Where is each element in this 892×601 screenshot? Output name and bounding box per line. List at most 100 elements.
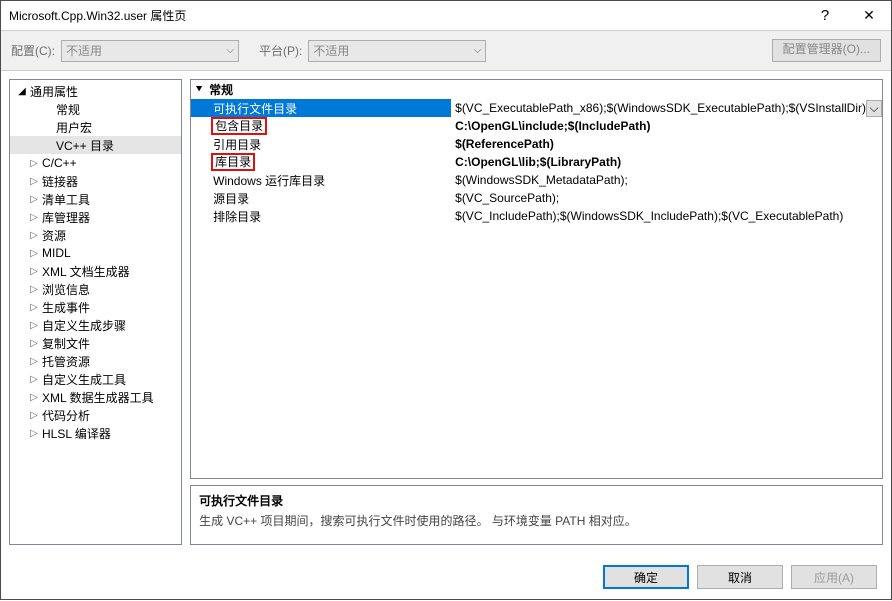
expand-icon: ▷ — [28, 266, 40, 277]
expand-icon: ▷ — [28, 284, 40, 295]
property-name: 可执行文件目录 — [191, 99, 451, 117]
tree-item[interactable]: ▷托管资源 — [10, 352, 181, 370]
category-label: 常规 — [209, 81, 233, 98]
chevron-down-icon: ⌵ — [474, 45, 482, 56]
window-title: Microsoft.Cpp.Win32.user 属性页 — [9, 7, 803, 24]
tree-item[interactable]: ▷XML 文档生成器 — [10, 262, 181, 280]
tree-item-label: 复制文件 — [40, 335, 92, 352]
property-row[interactable]: Windows 运行库目录 $(WindowsSDK_MetadataPath); — [191, 171, 882, 189]
tree-item-label: 清单工具 — [40, 191, 92, 208]
expand-icon: ▷ — [28, 248, 40, 259]
tree-item[interactable]: ▷浏览信息 — [10, 280, 181, 298]
property-name: 引用目录 — [191, 135, 451, 153]
expand-icon: ▷ — [28, 374, 40, 385]
property-row[interactable]: 引用目录 $(ReferencePath) — [191, 135, 882, 153]
help-button[interactable]: ? — [803, 1, 847, 31]
tree-item-label: 生成事件 — [40, 299, 92, 316]
property-value: $(WindowsSDK_MetadataPath); — [455, 173, 628, 187]
tree-item[interactable]: ▷XML 数据生成器工具 — [10, 388, 181, 406]
category-header[interactable]: ⯆ 常规 — [191, 80, 882, 99]
chevron-down-icon: ⌵ — [869, 101, 878, 116]
expand-icon: ▷ — [28, 212, 40, 223]
tree-root-label: 通用属性 — [28, 83, 80, 100]
tree-item-label: C/C++ — [40, 156, 79, 170]
tree-item[interactable]: ▷复制文件 — [10, 334, 181, 352]
property-grid: ⯆ 常规 可执行文件目录 $(VC_ExecutablePath_x86);$(W… — [190, 79, 883, 479]
description-panel: 可执行文件目录 生成 VC++ 项目期间，搜索可执行文件时使用的路径。 与环境变… — [190, 485, 883, 545]
tree-item[interactable]: VC++ 目录 — [10, 136, 181, 154]
expand-icon: ◢ — [16, 86, 28, 97]
property-value: $(VC_ExecutablePath_x86);$(WindowsSDK_Ex… — [455, 101, 866, 115]
tree-item[interactable]: ▷代码分析 — [10, 406, 181, 424]
tree-item-label: XML 数据生成器工具 — [40, 389, 156, 406]
tree-item[interactable]: 常规 — [10, 100, 181, 118]
tree-item[interactable]: ▷清单工具 — [10, 190, 181, 208]
ok-button[interactable]: 确定 — [603, 565, 689, 589]
property-row[interactable]: 排除目录$(VC_IncludePath);$(WindowsSDK_Inclu… — [191, 207, 882, 225]
config-label: 配置(C): — [11, 42, 55, 59]
expand-icon: ▷ — [28, 356, 40, 367]
tree-item[interactable]: ▷库管理器 — [10, 208, 181, 226]
platform-value: 不适用 — [313, 42, 349, 59]
tree-item-label: 用户宏 — [54, 119, 94, 136]
expand-icon: ▷ — [28, 410, 40, 421]
property-name: 库目录 — [191, 153, 451, 171]
dialog-footer: 确定 取消 应用(A) — [1, 553, 891, 601]
tree-panel: ◢通用属性常规用户宏VC++ 目录▷C/C++▷链接器▷清单工具▷库管理器▷资源… — [9, 79, 182, 545]
tree-item[interactable]: ▷C/C++ — [10, 154, 181, 172]
tree-item-label: HLSL 编译器 — [40, 425, 113, 442]
description-title: 可执行文件目录 — [199, 492, 874, 509]
tree-item[interactable]: ▷资源 — [10, 226, 181, 244]
expand-icon: ▷ — [28, 338, 40, 349]
expand-icon: ▷ — [28, 158, 40, 169]
tree-item[interactable]: ▷自定义生成工具 — [10, 370, 181, 388]
property-value: $(ReferencePath) — [455, 137, 554, 151]
description-text: 生成 VC++ 项目期间，搜索可执行文件时使用的路径。 与环境变量 PATH 相… — [199, 512, 874, 529]
expand-icon: ▷ — [28, 428, 40, 439]
config-manager-button[interactable]: 配置管理器(O)... — [772, 39, 881, 62]
tree-item-label: 自定义生成工具 — [40, 371, 128, 388]
cancel-button[interactable]: 取消 — [697, 565, 783, 589]
config-combo[interactable]: 不适用 ⌵ — [61, 40, 239, 62]
expand-icon: ▷ — [28, 194, 40, 205]
config-bar: 配置(C): 不适用 ⌵ 平台(P): 不适用 ⌵ 配置管理器(O)... — [1, 31, 891, 71]
chevron-down-icon: ⌵ — [226, 45, 234, 56]
tree-item-label: VC++ 目录 — [54, 137, 116, 154]
property-row[interactable]: 可执行文件目录 $(VC_ExecutablePath_x86);$(Window… — [191, 99, 882, 117]
title-bar: Microsoft.Cpp.Win32.user 属性页 ? ✕ — [1, 1, 891, 31]
tree-item-label: 库管理器 — [40, 209, 92, 226]
tree-item-label: 浏览信息 — [40, 281, 92, 298]
tree-item[interactable]: ▷HLSL 编译器 — [10, 424, 181, 442]
tree-item-label: 代码分析 — [40, 407, 92, 424]
tree-item-label: 资源 — [40, 227, 68, 244]
property-name: Windows 运行库目录 — [191, 171, 451, 189]
property-value: C:\OpenGL\lib;$(LibraryPath) — [455, 155, 621, 169]
config-value: 不适用 — [66, 42, 102, 59]
property-name: 源目录 — [191, 189, 451, 207]
tree-item-label: 自定义生成步骤 — [40, 317, 128, 334]
tree-item-label: 常规 — [54, 101, 82, 118]
platform-combo[interactable]: 不适用 ⌵ — [308, 40, 486, 62]
tree-item-label: 链接器 — [40, 173, 80, 190]
tree-item[interactable]: ▷MIDL — [10, 244, 181, 262]
property-row[interactable]: 库目录 C:\OpenGL\lib;$(LibraryPath) — [191, 153, 882, 171]
platform-label: 平台(P): — [259, 42, 302, 59]
expand-icon: ▷ — [28, 392, 40, 403]
property-value: $(VC_SourcePath); — [455, 191, 559, 205]
expand-icon: ▷ — [28, 230, 40, 241]
tree-item-label: XML 文档生成器 — [40, 263, 132, 280]
tree-item[interactable]: ▷生成事件 — [10, 298, 181, 316]
close-button[interactable]: ✕ — [847, 1, 891, 31]
apply-button[interactable]: 应用(A) — [791, 565, 877, 589]
property-row[interactable]: 源目录 $(VC_SourcePath); — [191, 189, 882, 207]
collapse-icon: ⯆ — [195, 84, 209, 95]
dropdown-button[interactable]: ⌵ — [866, 100, 882, 117]
tree-item[interactable]: ▷链接器 — [10, 172, 181, 190]
tree-item-label: MIDL — [40, 246, 73, 260]
tree-item[interactable]: ▷自定义生成步骤 — [10, 316, 181, 334]
tree-item[interactable]: 用户宏 — [10, 118, 181, 136]
property-name: 包含目录 — [191, 117, 451, 135]
property-row[interactable]: 包含目录C:\OpenGL\include;$(IncludePath) — [191, 117, 882, 135]
tree-root[interactable]: ◢通用属性 — [10, 82, 181, 100]
expand-icon: ▷ — [28, 302, 40, 313]
